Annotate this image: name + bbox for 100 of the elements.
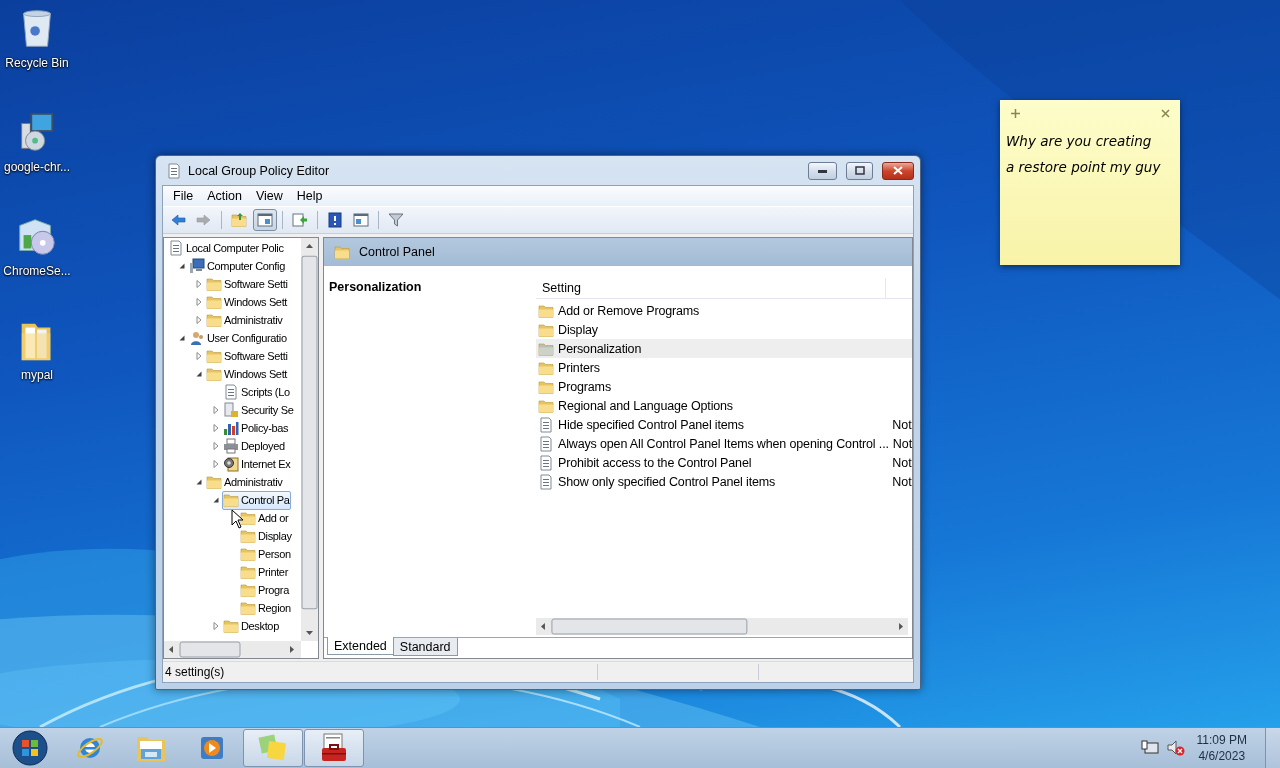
muted-speaker-icon[interactable] [1166,740,1185,756]
folder-icon [206,276,222,292]
folder-icon [538,340,554,357]
folder-icon [538,397,554,414]
folder-icon [538,302,554,319]
scrollbar[interactable] [536,618,908,635]
list-document-icon [538,473,554,490]
tree-item[interactable]: Internet Ex [222,454,293,474]
setting-name: Prohibit access to the Control Panel [558,455,753,470]
tree-item[interactable]: Deployed [222,436,287,456]
setting-state: Not [892,417,912,432]
setting-name: Add or Remove Programs [558,303,701,318]
list-row[interactable]: Show only specified Control Panel items Not [536,472,912,491]
setting-name: Hide specified Control Panel items [558,417,745,432]
document-icon [168,240,184,256]
menu-item[interactable]: View [248,186,290,206]
folder-icon [206,474,222,490]
tree-item[interactable]: Person [239,544,293,564]
network-icon[interactable] [1140,740,1159,756]
console-tree-button[interactable] [253,209,277,231]
close-icon[interactable] [1161,108,1170,118]
folder-up-icon [231,212,247,228]
list-row[interactable]: Regional and Language Options [536,396,912,415]
list-row[interactable]: Hide specified Control Panel items Not [536,415,912,434]
add-icon[interactable] [1011,108,1020,118]
folder-icon [538,378,554,395]
tree-item[interactable]: Security Se [222,400,296,420]
minimize-button[interactable] [808,161,837,180]
folder-icon [240,582,256,598]
taskbar-button[interactable] [304,729,364,767]
folder-icon [206,366,222,382]
sticky-notes-icon [257,733,289,763]
help-icon [327,212,343,228]
folder-icon [240,600,256,616]
tree-item[interactable]: Control Pa [222,490,292,510]
setting-name: Show only specified Control Panel items [558,474,777,489]
tree-item[interactable]: User Configuratio [188,328,289,348]
printer-icon [223,438,239,454]
list-row[interactable]: Add or Remove Programs [536,301,912,320]
desktop-icon-label[interactable]: Recycle Bin [5,56,69,70]
desktop-icon-label[interactable]: google-chr... [3,160,70,174]
clock-time[interactable]: 11:09 PM [1196,732,1247,748]
back-arrow-icon [170,212,186,228]
tree-item[interactable]: Software Setti [205,274,290,294]
tree-item[interactable]: Add or [239,508,291,528]
setting-name: Regional and Language Options [558,398,734,413]
tree-item[interactable]: Progra [239,580,291,600]
folder-icon [223,492,239,508]
list-row[interactable]: Personalization [536,339,912,358]
folder-icon [206,348,222,364]
tree-item[interactable]: Printer [239,562,290,582]
list-row[interactable]: Always open All Control Panel Items when opening Control ... Not [536,434,912,453]
close-icon [893,166,903,175]
status-text: 4 setting(s) [164,665,226,679]
tree-item[interactable]: Administrativ [205,310,285,330]
users-icon [189,330,205,346]
close-button[interactable] [882,161,914,180]
menu-item[interactable]: File [166,186,201,206]
maximize-button[interactable] [846,161,873,180]
document-icon [223,384,239,400]
tree-item[interactable]: Scripts (Lo [222,382,292,402]
clock-date[interactable]: 4/6/2023 [1198,748,1246,764]
list-document-icon [538,454,554,471]
scrollbar[interactable] [301,238,318,641]
menu-item[interactable]: Help [289,186,330,206]
show-desktop-button[interactable] [1265,728,1280,768]
tree-item[interactable]: Software Setti [205,346,290,366]
tree-item[interactable]: Computer Config [188,256,287,276]
folder-icon [223,618,239,634]
tree-item[interactable]: Windows Sett [205,364,290,384]
tree-item[interactable]: Display [239,526,294,546]
desktop-icon-label[interactable]: mypal [21,368,53,382]
tree-item[interactable]: Desktop [222,616,281,636]
folder-icon [206,312,222,328]
folder-icon [240,528,256,544]
tree-item[interactable]: Administrativ [205,472,285,492]
tree-item[interactable]: Policy-bas [222,418,291,438]
maximize-icon [854,166,865,175]
tab[interactable]: Extended [327,637,394,655]
desktop-icon-label[interactable]: ChromeSe... [3,264,71,278]
list-row[interactable]: Programs [536,377,912,396]
setting-state: Not [892,455,912,470]
setting-state: Not [892,474,912,489]
tree-item[interactable]: Windows Sett [205,292,290,312]
tree-item[interactable]: Region [239,598,293,618]
description-title: Personalization [329,280,422,294]
setting-name: Printers [558,360,601,375]
setting-name: Personalization [558,341,643,356]
setting-state: Not [892,436,913,451]
minimize-icon [818,168,827,173]
scrollbar[interactable] [164,641,301,658]
list-row[interactable]: Display [536,320,912,339]
bar-chart-icon [223,420,239,436]
tab[interactable]: Standard [392,638,458,656]
panel-icon [353,212,369,228]
list-row[interactable]: Prohibit access to the Control Panel Not [536,453,912,472]
menu-item[interactable]: Action [200,186,249,206]
list-row[interactable]: Printers [536,358,912,377]
folder-icon [240,546,256,562]
tree-item[interactable]: Local Computer Polic [167,238,286,258]
